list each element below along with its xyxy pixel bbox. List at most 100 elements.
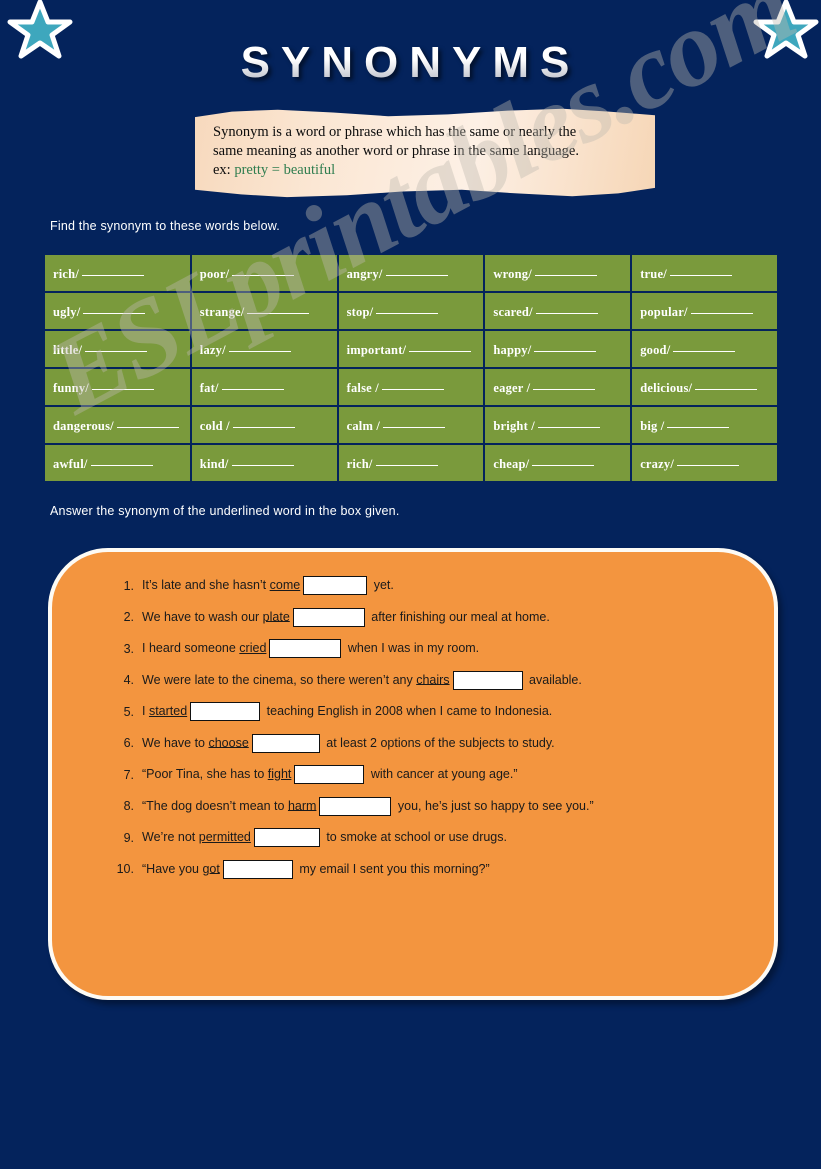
answer-box[interactable] (294, 765, 365, 784)
answer-blank[interactable] (231, 454, 294, 466)
word-cell[interactable]: rich/ (336, 443, 486, 483)
word-cell[interactable]: angry/ (336, 253, 486, 293)
table-row: funny/fat/false / eager / delicious/ (43, 367, 779, 407)
sentence-text-before: We have to (142, 735, 209, 750)
word-cell[interactable]: little/ (43, 329, 192, 369)
word-table-body: rich/poor/angry/wrong/true/ugly/strange/… (43, 253, 779, 483)
sentence-item: 3. I heard someone cried when I was in my… (108, 639, 748, 658)
sentence-exercise-panel: 1. It’s late and she hasn’t come yet. 2. We… (48, 548, 778, 1000)
word-cell[interactable]: true/ (630, 253, 779, 293)
word-cell[interactable]: big / (630, 405, 779, 445)
answer-blank[interactable] (673, 340, 736, 352)
answer-box[interactable] (292, 607, 365, 627)
answer-box[interactable] (222, 859, 293, 879)
answer-box[interactable] (269, 639, 342, 658)
word-cell[interactable]: popular/ (630, 291, 779, 331)
word-cell[interactable]: lazy/ (189, 329, 339, 369)
instruction-find-synonym: Find the synonym to these words below. (50, 219, 280, 233)
answer-blank[interactable] (376, 302, 439, 314)
word-cell[interactable]: false / (336, 367, 486, 407)
answer-blank[interactable] (232, 264, 295, 276)
answer-blank[interactable] (381, 378, 444, 390)
word-label: cold / (199, 419, 230, 433)
sentence-text-before: “The dog doesn’t mean to (142, 798, 288, 813)
sentence-item: 7. “Poor Tina, she has to fight with canc… (108, 765, 748, 784)
answer-blank[interactable] (690, 302, 753, 314)
word-cell[interactable]: awful/ (43, 443, 192, 483)
answer-blank[interactable] (82, 264, 144, 276)
answer-blank[interactable] (221, 378, 284, 390)
word-cell[interactable]: delicious/ (630, 367, 779, 407)
answer-blank[interactable] (669, 264, 732, 276)
sentence-text: We have to choose at least 2 options of … (142, 733, 555, 753)
word-cell[interactable]: rich/ (43, 253, 192, 293)
answer-blank[interactable] (667, 416, 730, 428)
word-label: funny/ (53, 381, 89, 395)
answer-blank[interactable] (677, 454, 740, 466)
word-label: delicious/ (640, 381, 693, 395)
answer-box[interactable] (190, 702, 261, 721)
answer-blank[interactable] (247, 302, 310, 314)
underlined-word: permitted (198, 829, 251, 844)
answer-blank[interactable] (534, 340, 597, 352)
word-cell[interactable]: important/ (336, 329, 486, 369)
sentence-text: We have to wash our plate after finishin… (142, 607, 550, 627)
word-cell[interactable]: happy/ (483, 329, 633, 369)
word-cell[interactable]: crazy/ (630, 443, 779, 483)
answer-blank[interactable] (532, 454, 595, 466)
word-cell[interactable]: kind/ (189, 443, 339, 483)
word-cell[interactable]: dangerous/ (43, 405, 192, 445)
sentence-text-before: We were late to the cinema, so there wer… (142, 672, 417, 687)
answer-box[interactable] (251, 733, 320, 753)
definition-example: ex: pretty = beautiful (213, 161, 639, 180)
word-cell[interactable]: good/ (630, 329, 779, 369)
word-cell[interactable]: calm / (336, 405, 486, 445)
answer-blank[interactable] (116, 416, 179, 428)
answer-blank[interactable] (85, 340, 148, 352)
word-cell[interactable]: stop/ (336, 291, 486, 331)
answer-blank[interactable] (232, 416, 295, 428)
answer-blank[interactable] (90, 454, 153, 466)
word-label: calm / (346, 419, 381, 433)
sentence-text-after: at least 2 options of the subjects to st… (322, 735, 555, 750)
sentence-item: 1. It’s late and she hasn’t come yet. (108, 576, 748, 595)
sentence-text-before: It’s late and she hasn’t (142, 577, 270, 592)
word-cell[interactable]: wrong/ (483, 253, 633, 293)
sentence-text-before: “Have you (142, 861, 203, 876)
answer-blank[interactable] (695, 378, 758, 390)
word-cell[interactable]: cheap/ (483, 443, 633, 483)
word-cell[interactable]: fat/ (189, 367, 339, 407)
word-cell[interactable]: ugly/ (43, 291, 192, 331)
answer-box[interactable] (303, 576, 368, 595)
answer-blank[interactable] (383, 416, 446, 428)
word-label: cheap/ (493, 457, 530, 471)
answer-box[interactable] (253, 828, 320, 847)
underlined-word: cried (239, 640, 267, 655)
word-cell[interactable]: strange/ (189, 291, 339, 331)
word-cell[interactable]: funny/ (43, 367, 192, 407)
definition-line-1: Synonym is a word or phrase which has th… (213, 124, 577, 140)
answer-box[interactable] (452, 670, 523, 690)
sentence-text: I heard someone cried when I was in my r… (142, 639, 479, 658)
answer-blank[interactable] (534, 264, 597, 276)
answer-blank[interactable] (409, 340, 472, 352)
word-label: bright / (493, 419, 535, 433)
table-row: little/lazy/important/happy/good/ (43, 329, 779, 369)
answer-box[interactable] (319, 796, 392, 816)
sentence-text-after: after finishing our meal at home. (367, 609, 550, 624)
answer-blank[interactable] (91, 378, 154, 390)
answer-blank[interactable] (385, 264, 448, 276)
answer-blank[interactable] (375, 454, 438, 466)
word-cell[interactable]: scared/ (483, 291, 633, 331)
word-cell[interactable]: eager / (483, 367, 633, 407)
answer-blank[interactable] (83, 302, 146, 314)
word-cell[interactable]: cold / (189, 405, 339, 445)
answer-blank[interactable] (533, 378, 596, 390)
sentence-text-before: We’re not (142, 829, 199, 844)
answer-blank[interactable] (228, 340, 291, 352)
answer-blank[interactable] (537, 416, 600, 428)
sentence-number: 3. (123, 641, 134, 656)
word-cell[interactable]: poor/ (189, 253, 339, 293)
word-cell[interactable]: bright / (483, 405, 633, 445)
answer-blank[interactable] (535, 302, 598, 314)
